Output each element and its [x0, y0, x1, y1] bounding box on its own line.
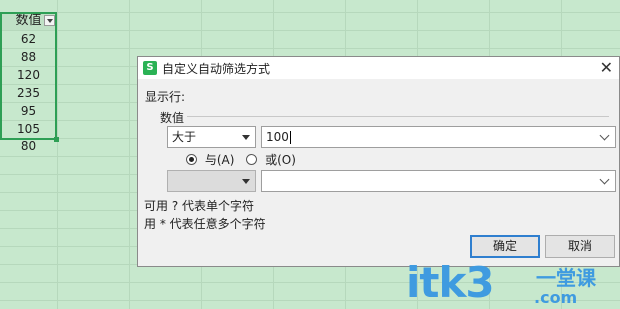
wps-spreadsheet-icon: S: [143, 61, 157, 75]
and-radio[interactable]: [186, 154, 197, 165]
chevron-down-icon: [242, 135, 250, 140]
ok-button[interactable]: 确定: [470, 235, 540, 258]
or-radio-label[interactable]: 或(O): [265, 153, 296, 167]
dialog-title: 自定义自动筛选方式: [162, 62, 271, 76]
logic-radio-group: 与(A) 或(O): [186, 151, 296, 167]
condition1-operator-value: 大于: [172, 130, 197, 144]
condition1-operator-select[interactable]: 大于: [167, 126, 256, 148]
condition1-value-input[interactable]: 100: [261, 126, 616, 148]
hint-single-char: 可用 ? 代表单个字符: [144, 199, 254, 213]
column-selection-border: [0, 12, 57, 140]
show-rows-label: 显示行:: [145, 90, 186, 104]
watermark-sub-text: 一堂课: [536, 266, 596, 290]
hint-multi-char: 用 * 代表任意多个字符: [144, 217, 266, 231]
watermark-domain-text: .com: [534, 288, 578, 307]
chevron-down-icon: [242, 179, 250, 184]
condition1-value-text: 100: [266, 130, 289, 144]
condition2-operator-select[interactable]: [167, 170, 256, 192]
dialog-titlebar[interactable]: S 自定义自动筛选方式 ✕: [138, 57, 619, 79]
text-cursor: [289, 131, 291, 144]
watermark-logo-text: itk3: [406, 258, 495, 307]
field-name-label: 数值: [160, 111, 185, 125]
and-radio-label[interactable]: 与(A): [205, 153, 235, 167]
condition2-value-input[interactable]: [261, 170, 616, 192]
chevron-down-icon: [599, 174, 610, 185]
selection-fill-handle[interactable]: [54, 137, 59, 142]
chevron-down-icon: [599, 130, 610, 141]
custom-autofilter-dialog: S 自定义自动筛选方式 ✕ 显示行: 数值 大于 100 与(A) 或(O) 可…: [137, 56, 620, 267]
group-divider: [187, 116, 609, 117]
or-radio[interactable]: [246, 154, 258, 165]
cancel-button[interactable]: 取消: [545, 235, 615, 258]
close-icon[interactable]: ✕: [600, 58, 613, 77]
